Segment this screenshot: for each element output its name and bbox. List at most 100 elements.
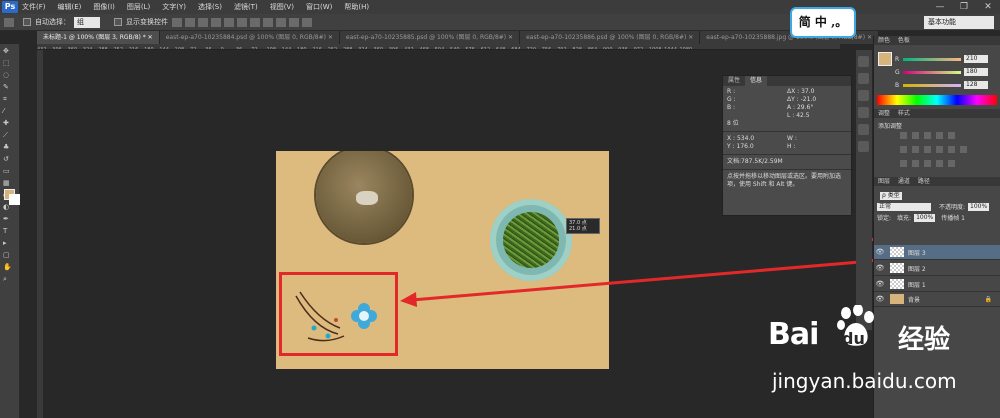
eye-icon[interactable]: 👁 <box>874 248 886 256</box>
workspace-switcher[interactable]: 基本功能 <box>924 16 994 29</box>
exposure-icon[interactable] <box>936 132 943 139</box>
marquee-tool-icon[interactable]: ⬚ <box>3 59 11 67</box>
align-middle-icon[interactable] <box>185 17 195 27</box>
healing-brush-icon[interactable]: ✚ <box>3 119 11 127</box>
menu-type[interactable]: 文字(Y) <box>162 2 186 12</box>
actions-panel-icon[interactable] <box>858 73 869 84</box>
eye-icon[interactable]: 👁 <box>874 280 886 288</box>
character-panel-icon[interactable] <box>858 124 869 135</box>
layers-panel-tabs[interactable]: 图层 通道 路径 <box>874 177 1000 186</box>
brush-tool-icon[interactable]: ⟋ <box>3 131 11 139</box>
show-transform-checkbox[interactable] <box>114 18 122 26</box>
invert-icon[interactable] <box>900 160 907 167</box>
history-panel-icon[interactable] <box>858 56 869 67</box>
tab-untitled-1[interactable]: 未标题-1 @ 100% (图层 3, RGB/8) * ✕ <box>37 31 160 44</box>
distribute-3-icon[interactable] <box>276 17 286 27</box>
vibrance-icon[interactable] <box>948 132 955 139</box>
gradient-icon[interactable]: ▦ <box>3 179 11 187</box>
menu-select[interactable]: 选择(S) <box>198 2 222 12</box>
layer-row[interactable]: 👁 图层 2 <box>874 261 1000 276</box>
green-value-input[interactable]: 180 <box>964 68 988 76</box>
quick-select-icon[interactable]: ✎ <box>3 83 11 91</box>
distribute-2-icon[interactable] <box>263 17 273 27</box>
align-left-icon[interactable] <box>211 17 221 27</box>
gradient-map-icon[interactable] <box>948 160 955 167</box>
menu-file[interactable]: 文件(F) <box>22 2 46 12</box>
green-slider[interactable]: G 180 <box>895 67 988 77</box>
tab-properties[interactable]: 属性 <box>723 76 745 86</box>
brush-panel-icon[interactable] <box>858 107 869 118</box>
info-panel-icon[interactable] <box>858 90 869 101</box>
tab-doc-886[interactable]: east-ep-a70-10235886.psd @ 100% (图层 0, R… <box>520 31 701 44</box>
zoom-tool-icon[interactable]: ⌕ <box>3 275 11 283</box>
lookup-icon[interactable] <box>960 146 967 153</box>
history-brush-icon[interactable]: ↺ <box>3 155 11 163</box>
eye-icon[interactable]: 👁 <box>874 295 886 303</box>
restore-icon[interactable]: ❐ <box>952 0 976 14</box>
menu-layer[interactable]: 图层(L) <box>127 2 150 12</box>
minimize-icon[interactable]: — <box>928 0 952 14</box>
menu-filter[interactable]: 滤镜(T) <box>234 2 258 12</box>
eye-icon[interactable]: 👁 <box>874 264 886 272</box>
blue-value-input[interactable]: 128 <box>964 81 988 89</box>
move-tool-icon[interactable]: ✥ <box>3 47 11 55</box>
color-panel-tabs[interactable]: 颜色 色板 <box>874 36 1000 45</box>
align-top-icon[interactable] <box>172 17 182 27</box>
adjustments-panel-tabs[interactable]: 调整 样式 <box>874 109 1000 118</box>
close-icon[interactable]: ✕ <box>976 0 1000 14</box>
color-panel-swatch[interactable] <box>878 52 892 66</box>
blend-mode-dropdown[interactable]: 正常 <box>877 202 931 211</box>
ruler-tick-label: 180 <box>144 47 154 50</box>
pen-tool-icon[interactable]: ✒ <box>3 215 11 223</box>
menu-image[interactable]: 图像(I) <box>93 2 115 12</box>
tab-info[interactable]: 信息 <box>745 76 768 86</box>
tab-doc-885[interactable]: east-ep-a70-10235885.psd @ 100% (图层 0, R… <box>339 31 521 44</box>
layer-row[interactable]: 👁 图层 1 <box>874 277 1000 292</box>
menu-help[interactable]: 帮助(H) <box>344 2 369 12</box>
hue-icon[interactable] <box>900 146 907 153</box>
layer-kind-filter[interactable]: ρ 类型 <box>880 191 902 200</box>
auto-select-checkbox[interactable] <box>23 18 31 26</box>
align-center-icon[interactable] <box>224 17 234 27</box>
brightness-icon[interactable] <box>900 132 907 139</box>
ruler-tick-label: 108 <box>174 47 185 50</box>
menu-edit[interactable]: 编辑(E) <box>58 2 82 12</box>
eyedropper-icon[interactable]: ⁄ <box>3 107 11 115</box>
bw-icon[interactable] <box>924 146 931 153</box>
red-slider[interactable]: R 210 <box>895 54 988 64</box>
stamp-tool-icon[interactable]: ♣ <box>3 143 11 151</box>
opacity-input[interactable]: 100% <box>968 202 990 211</box>
selective-color-icon[interactable] <box>936 160 943 167</box>
curves-icon[interactable] <box>924 132 931 139</box>
color-spectrum[interactable] <box>877 95 997 105</box>
auto-select-dropdown[interactable]: 组 <box>74 16 100 28</box>
align-bottom-icon[interactable] <box>198 17 208 27</box>
mixer-icon[interactable] <box>948 146 955 153</box>
fill-input[interactable]: 100% <box>914 213 936 222</box>
background-color-swatch[interactable] <box>9 194 20 205</box>
levels-icon[interactable] <box>912 132 919 139</box>
blue-slider[interactable]: B 128 <box>895 80 988 90</box>
menu-window[interactable]: 窗口(W) <box>306 2 332 12</box>
move-tool-icon[interactable] <box>4 17 14 27</box>
posterize-icon[interactable] <box>912 160 919 167</box>
layer-row[interactable]: 👁 图层 3 <box>874 245 1000 260</box>
balance-icon[interactable] <box>912 146 919 153</box>
crop-tool-icon[interactable]: ⌗ <box>3 95 11 103</box>
path-select-icon[interactable]: ▸ <box>3 239 11 247</box>
mode-3d-2-icon[interactable] <box>302 17 312 27</box>
mode-3d-icon[interactable] <box>289 17 299 27</box>
type-tool-icon[interactable]: T <box>3 227 11 235</box>
shape-tool-icon[interactable]: ▢ <box>3 251 11 259</box>
eraser-icon[interactable]: ▭ <box>3 167 11 175</box>
lasso-tool-icon[interactable]: ◌ <box>3 71 11 79</box>
hand-tool-icon[interactable]: ✋ <box>3 263 12 271</box>
threshold-icon[interactable] <box>924 160 931 167</box>
align-right-icon[interactable] <box>237 17 247 27</box>
tab-doc-884[interactable]: east-ep-a70-10235884.psd @ 100% (图层 0, R… <box>159 31 340 44</box>
paragraph-panel-icon[interactable] <box>858 141 869 152</box>
distribute-icon[interactable] <box>250 17 260 27</box>
photo-filter-icon[interactable] <box>936 146 943 153</box>
red-value-input[interactable]: 210 <box>964 55 988 63</box>
menu-view[interactable]: 视图(V) <box>270 2 294 12</box>
